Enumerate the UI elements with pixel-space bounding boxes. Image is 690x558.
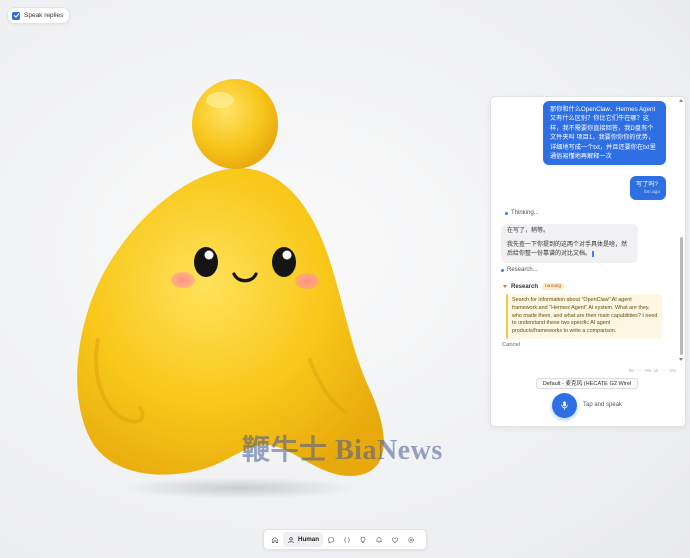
bell-icon xyxy=(376,536,382,543)
status-dot-icon xyxy=(501,268,504,272)
nav-settings-button[interactable] xyxy=(404,532,419,547)
scroll-down-arrow-icon[interactable] xyxy=(679,358,683,361)
nav-idea-button[interactable] xyxy=(356,532,371,547)
microphone-select[interactable]: Default - 麦克风 (HECATE G2 Wirel xyxy=(536,378,638,389)
research-body: Search for information about "OpenClaw" … xyxy=(512,297,658,335)
research-details: Search for information about "OpenClaw" … xyxy=(506,294,662,339)
assistant-message: 在写了，稍等。 我先查一下你提到的这两个对手具体是啥，然后给你整一份靠谱的对比文… xyxy=(501,224,638,263)
nav-favorites-button[interactable] xyxy=(388,532,403,547)
bottom-navigation: Human xyxy=(263,529,427,550)
research-status-label: Research... xyxy=(507,267,538,273)
usage-stats: 5m ······ 0%· 1K ······ 0%· xyxy=(628,368,677,373)
thinking-status: Thinking... xyxy=(505,210,539,216)
scroll-up-arrow-icon[interactable] xyxy=(679,99,683,102)
assistant-line-2: 我先查一下你提到的这两个对手具体是啥，然后给你整一份靠谱的对比文档。 xyxy=(507,242,628,258)
scrollbar[interactable] xyxy=(679,99,684,363)
nav-home-button[interactable] xyxy=(267,532,282,547)
lightbulb-icon xyxy=(361,536,366,543)
nav-chat-button[interactable] xyxy=(324,532,339,547)
typing-cursor-icon xyxy=(592,250,595,257)
nav-human-button[interactable]: Human xyxy=(283,532,323,547)
user-icon xyxy=(288,536,294,543)
scroll-thumb[interactable] xyxy=(680,237,683,355)
gear-icon xyxy=(408,536,415,543)
research-toggle[interactable]: Research running xyxy=(503,283,565,290)
user-message-text: 那你和什么OpenClaw、Hermes Agent又有什么区别？你比它们牛在哪… xyxy=(550,106,656,161)
tap-and-speak-label: Tap and speak xyxy=(583,402,623,408)
microphone-icon xyxy=(561,401,568,411)
code-brackets-icon xyxy=(344,536,351,543)
message-timestamp: 5m ago xyxy=(644,190,660,196)
status-badge: running xyxy=(542,283,565,290)
chat-panel: 那你和什么OpenClaw、Hermes Agent又有什么区别？你比它们牛在哪… xyxy=(490,96,686,427)
microphone-button[interactable] xyxy=(552,393,577,418)
watermark: 鞭牛士 BiaNews xyxy=(242,435,443,466)
user-message-text: 写了吗? xyxy=(636,181,659,188)
chat-bubble-icon xyxy=(328,536,335,543)
thinking-label: Thinking... xyxy=(511,210,539,216)
cancel-button[interactable]: Cancel xyxy=(502,342,520,348)
checkbox-checked-icon[interactable] xyxy=(12,11,20,20)
research-title: Research xyxy=(511,283,539,290)
voice-controls: 5m ······ 0%· 1K ······ 0%· Default - 麦克… xyxy=(491,366,685,426)
speak-replies-label: Speak replies xyxy=(24,12,64,19)
speak-replies-toggle[interactable]: Speak replies xyxy=(7,7,71,24)
research-status: Research... xyxy=(501,267,538,273)
message-list[interactable]: 那你和什么OpenClaw、Hermes Agent又有什么区别？你比它们牛在哪… xyxy=(491,97,678,366)
assistant-line-1: 在写了，稍等。 xyxy=(507,228,550,234)
nav-notifications-button[interactable] xyxy=(372,532,387,547)
user-message: 那你和什么OpenClaw、Hermes Agent又有什么区别？你比它们牛在哪… xyxy=(543,101,666,166)
user-message: 写了吗? 5m ago xyxy=(630,176,666,201)
heart-icon xyxy=(392,537,399,543)
status-dot-icon xyxy=(505,211,508,215)
nav-human-label: Human xyxy=(298,536,319,543)
nav-code-button[interactable] xyxy=(340,532,355,547)
home-icon xyxy=(271,536,278,543)
caret-down-icon xyxy=(503,285,507,288)
